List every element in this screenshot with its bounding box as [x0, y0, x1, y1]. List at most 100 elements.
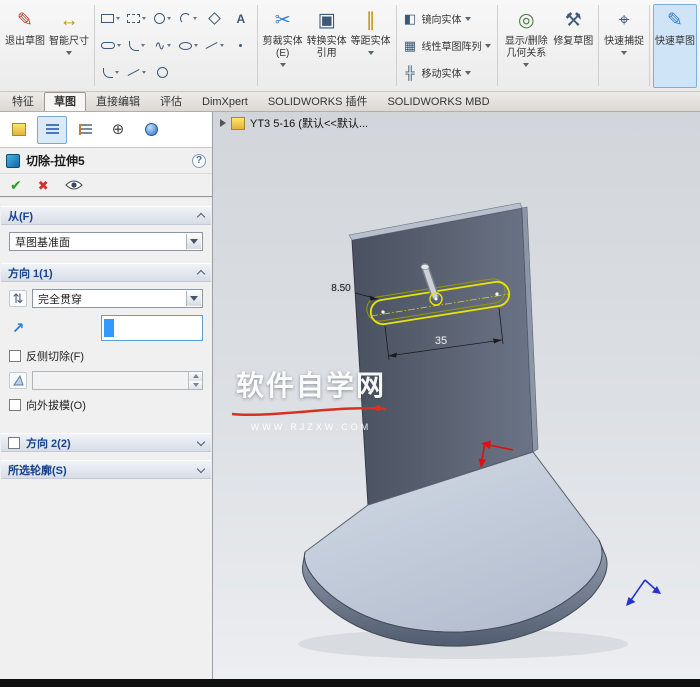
- expand-chevron-icon[interactable]: [196, 464, 206, 473]
- tab-direct-editing[interactable]: 直接编辑: [86, 92, 150, 111]
- flip-side-checkbox[interactable]: [9, 350, 21, 362]
- section-from-header[interactable]: 从(F): [1, 206, 211, 225]
- convert-entities-button[interactable]: ▣ 转换实体引用: [305, 4, 349, 88]
- trim-entities-button[interactable]: ✂ 剪裁实体(E): [261, 4, 305, 88]
- linear-pattern-button[interactable]: ▦ 线性草图阵列: [399, 33, 494, 58]
- display-manager-tab[interactable]: [136, 116, 166, 144]
- display-delete-relations-icon: ◎: [518, 10, 535, 32]
- sketch-entity-palette: A ∿: [98, 5, 254, 86]
- dropdown-caret-icon[interactable]: [621, 50, 628, 55]
- tab-mbd[interactable]: SOLIDWORKS MBD: [377, 92, 499, 111]
- text-cursor-selection: [104, 319, 114, 337]
- spline-tool[interactable]: ∿: [150, 32, 176, 59]
- smart-dimension-button[interactable]: ↔ 智能尺寸: [47, 4, 91, 88]
- dropdown-caret-icon[interactable]: [140, 44, 145, 47]
- dropdown-caret-icon[interactable]: [279, 62, 286, 67]
- centerline-tool[interactable]: [124, 59, 150, 86]
- dimension-width-text[interactable]: 35: [435, 335, 447, 347]
- draft-outward-checkbox[interactable]: [9, 399, 21, 411]
- quick-snaps-label: 快速捕捉: [604, 35, 645, 47]
- dropdown-caret-icon[interactable]: [465, 71, 472, 75]
- rapid-sketch-button[interactable]: ✎ 快速草图: [652, 3, 697, 88]
- text-tool[interactable]: A: [228, 5, 254, 32]
- dimension-radius-text[interactable]: 8.50: [330, 282, 352, 295]
- display-delete-relations-button[interactable]: ◎ 显示/删除几何关系: [501, 4, 551, 88]
- ribbon-group-relations: ◎ 显示/删除几何关系 ⚒ 修复草图: [499, 2, 597, 89]
- dropdown-caret-icon[interactable]: [194, 44, 199, 47]
- reverse-direction-button[interactable]: ⇅: [9, 290, 27, 307]
- quick-snaps-button[interactable]: ⌖ 快速捕捉: [602, 4, 646, 88]
- tab-features[interactable]: 特征: [2, 92, 44, 111]
- expand-chevron-icon[interactable]: [196, 437, 206, 446]
- mirror-entities-button[interactable]: ◧ 镜向实体: [399, 6, 494, 31]
- dropdown-caret-icon[interactable]: [523, 62, 530, 67]
- arc-tool[interactable]: [176, 5, 202, 32]
- dropdown-caret-icon[interactable]: [66, 50, 72, 55]
- configuration-manager-tab[interactable]: [70, 116, 100, 144]
- repair-sketch-button[interactable]: ⚒ 修复草图: [551, 4, 595, 88]
- section-direction1-label: 方向 1(1): [8, 267, 53, 280]
- dropdown-caret-icon[interactable]: [193, 17, 198, 20]
- dropdown-caret-icon[interactable]: [167, 17, 172, 20]
- collapse-chevron-icon[interactable]: [196, 212, 206, 222]
- dropdown-caret-icon[interactable]: [142, 17, 147, 20]
- 3d-model-canvas[interactable]: 35 8.50: [213, 112, 700, 679]
- dropdown-caret-icon[interactable]: [142, 71, 147, 74]
- line-tool[interactable]: [202, 32, 228, 59]
- flip-side-label: 反侧切除(F): [26, 351, 85, 363]
- dropdown-caret-icon[interactable]: [485, 44, 492, 48]
- smart-dimension-label: 智能尺寸: [49, 35, 89, 47]
- tab-evaluate[interactable]: 评估: [150, 92, 192, 111]
- end-condition-dropdown[interactable]: 完全贯穿: [32, 289, 203, 308]
- slot-tool[interactable]: [98, 32, 124, 59]
- three-point-arc-tool[interactable]: [124, 32, 150, 59]
- section-contours-header[interactable]: 所选轮廓(S): [1, 460, 211, 479]
- property-manager-tab[interactable]: [37, 115, 67, 144]
- polygon-tool[interactable]: [202, 5, 228, 32]
- section-direction1-header[interactable]: 方向 1(1): [1, 263, 211, 282]
- confirm-button[interactable]: ✔: [10, 178, 22, 192]
- tree-expand-icon[interactable]: [220, 119, 226, 127]
- point-tool[interactable]: [228, 32, 254, 59]
- dropdown-caret-icon[interactable]: [116, 44, 121, 47]
- feature-manager-tab[interactable]: [4, 116, 34, 144]
- dimxpert-manager-tab[interactable]: ⊕: [103, 116, 133, 144]
- start-condition-dropdown[interactable]: 草图基准面: [9, 232, 203, 251]
- direction-reference-field[interactable]: [101, 315, 203, 341]
- dropdown-arrow-icon[interactable]: [186, 234, 201, 249]
- dropdown-caret-icon[interactable]: [465, 17, 472, 21]
- draft-angle-spinner[interactable]: [32, 371, 203, 390]
- tree-item-label[interactable]: YT3 5-16 (默认<<默认...: [250, 115, 368, 131]
- tab-dimxpert[interactable]: DimXpert: [192, 92, 258, 111]
- exit-sketch-button[interactable]: ✎ 退出草图: [3, 4, 47, 88]
- direction2-checkbox[interactable]: [8, 436, 20, 449]
- dropdown-arrow-icon[interactable]: [186, 291, 201, 306]
- section-from-body: 草图基准面: [0, 225, 212, 263]
- ellipse-tool[interactable]: [176, 32, 202, 59]
- dropdown-caret-icon[interactable]: [114, 71, 119, 74]
- dropdown-caret-icon[interactable]: [116, 17, 121, 20]
- tab-addins[interactable]: SOLIDWORKS 插件: [258, 92, 378, 111]
- point-icon: [239, 44, 243, 47]
- help-button[interactable]: ?: [192, 153, 206, 168]
- ellipse-icon: [179, 41, 193, 50]
- preview-eye-button[interactable]: [64, 179, 83, 191]
- model-base-plate[interactable]: [301, 451, 608, 647]
- construction-circle-tool[interactable]: [150, 59, 176, 86]
- cancel-button[interactable]: ✖: [38, 179, 49, 192]
- tab-sketch[interactable]: 草图: [44, 92, 86, 111]
- circle-tool[interactable]: [150, 5, 176, 32]
- collapse-chevron-icon[interactable]: [196, 269, 206, 279]
- offset-entities-button[interactable]: ∥ 等距实体: [349, 4, 393, 88]
- center-rectangle-tool[interactable]: [124, 5, 150, 32]
- move-entities-button[interactable]: ╬ 移动实体: [399, 60, 494, 85]
- slot-icon: [100, 42, 115, 49]
- dropdown-caret-icon[interactable]: [167, 44, 172, 47]
- fillet-tool[interactable]: [98, 59, 124, 86]
- spinner-arrows[interactable]: [188, 372, 202, 389]
- graphics-viewport[interactable]: YT3 5-16 (默认<<默认... 35 8.50 软件自学网 WWW.RJ…: [213, 112, 700, 679]
- dropdown-caret-icon[interactable]: [367, 50, 374, 55]
- dropdown-caret-icon[interactable]: [220, 44, 225, 47]
- rectangle-tool[interactable]: [98, 5, 124, 32]
- section-direction2-header[interactable]: 方向 2(2): [1, 433, 211, 452]
